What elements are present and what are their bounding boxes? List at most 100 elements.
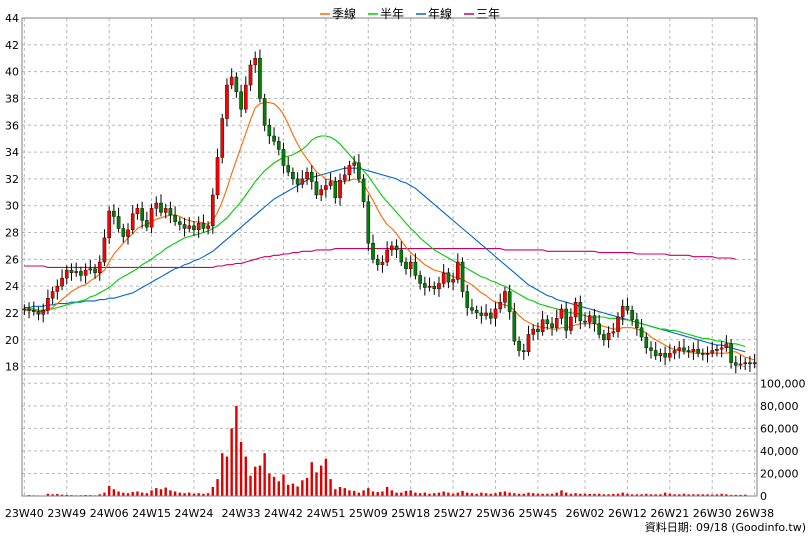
candle-body <box>211 194 215 227</box>
candle-body <box>677 347 682 351</box>
time-tick-label: 23W49 <box>47 507 86 520</box>
candle-body <box>88 268 93 271</box>
candle-body <box>729 343 733 363</box>
candle-body <box>366 201 371 244</box>
source-note: 資料日期: 09/18 (Goodinfo.tw) <box>645 520 806 534</box>
volume-bar <box>338 486 342 496</box>
volume-bar <box>395 492 398 496</box>
plot-frame <box>21 17 758 497</box>
candle-body <box>130 213 135 231</box>
candle-body <box>121 228 126 237</box>
volume-bar <box>527 492 530 496</box>
volume-bar <box>334 489 337 496</box>
candle-body <box>427 285 432 288</box>
time-axis-labels: 23W40 23W49 24W06 24W15 24W24 24W33 24W42 24W51… <box>5 507 774 520</box>
candle-body <box>663 352 667 358</box>
price-tick-label: 26 <box>5 253 19 266</box>
candle-body <box>498 302 503 310</box>
volume-tick-label: 100,000 <box>760 377 806 390</box>
candle-body <box>314 181 319 196</box>
candle-body <box>517 340 521 351</box>
candle-body <box>705 352 710 355</box>
volume-bar <box>315 472 318 496</box>
candle-body <box>31 310 36 312</box>
volume-bar <box>277 481 280 496</box>
volume-bar <box>155 488 158 496</box>
price-tick-label: 22 <box>5 307 19 320</box>
time-tick-label: 26W30 <box>693 507 732 520</box>
volume-bar <box>362 490 365 496</box>
candle-body <box>267 125 272 137</box>
volume-bar <box>371 491 375 496</box>
candle-body <box>408 261 413 269</box>
price-tick-label: 36 <box>5 119 19 132</box>
time-tick-label: 24W51 <box>306 507 345 520</box>
volume-axis-labels: 100,000 80,000 60,000 40,000 20,000 0 <box>760 377 806 503</box>
candle-body <box>74 271 78 273</box>
candle-body <box>752 362 757 365</box>
candle-body <box>479 312 484 316</box>
candle-body <box>295 178 300 185</box>
candle-body <box>441 272 446 284</box>
candle-body <box>701 352 705 355</box>
candle-body <box>564 308 568 331</box>
candle-body <box>404 261 408 269</box>
volume-bar <box>221 453 224 496</box>
volume-tick-label: 60,000 <box>760 422 799 435</box>
candle-body <box>206 225 210 229</box>
candle-body <box>719 347 724 350</box>
candle-body <box>342 174 347 181</box>
volume-bar <box>287 484 290 496</box>
candle-body <box>357 162 361 180</box>
candle-body <box>611 331 616 334</box>
candle-body <box>668 352 672 358</box>
volume-bar <box>499 492 502 496</box>
time-tick-label: 24W15 <box>132 507 171 520</box>
candle-body <box>413 261 418 276</box>
volume-bar <box>555 492 558 496</box>
candle-body <box>163 208 168 213</box>
candle-body <box>691 348 696 353</box>
volume-tick-label: 20,000 <box>760 467 799 480</box>
price-tick-label: 34 <box>5 146 19 159</box>
volume-bar <box>343 488 346 496</box>
volume-bar <box>367 488 370 496</box>
time-tick-label: 25W09 <box>349 507 388 520</box>
volume-bar <box>621 492 624 496</box>
volume-bar <box>442 491 445 496</box>
candle-body <box>192 225 196 231</box>
volume-bar <box>456 492 460 496</box>
candle-body <box>738 363 743 366</box>
volume-bar <box>150 490 153 496</box>
candle-body <box>140 208 144 221</box>
candle-body <box>215 157 220 196</box>
candle-body <box>465 291 470 308</box>
candle-body <box>300 178 305 185</box>
volume-tick-label: 0 <box>760 490 767 503</box>
candle-body <box>559 308 564 319</box>
candle-body <box>540 319 545 332</box>
volume-bar <box>258 465 262 496</box>
candle-body <box>79 271 83 276</box>
candle-body <box>385 249 389 263</box>
volume-bar <box>385 486 389 496</box>
candle-body <box>112 210 116 217</box>
volume-bar <box>268 473 271 496</box>
volume-bar <box>296 486 299 496</box>
candle-body <box>93 268 97 273</box>
candle-body <box>69 269 74 273</box>
time-tick-label: 24W24 <box>175 507 214 520</box>
legend-label: 半年 <box>380 7 404 21</box>
price-tick-label: 38 <box>5 92 19 105</box>
time-tick-label: 24W33 <box>222 507 261 520</box>
candle-body <box>229 76 234 86</box>
moving-average-lines <box>24 101 755 361</box>
volume-bar <box>447 492 450 496</box>
candle-body <box>371 243 375 260</box>
candle-body <box>573 302 578 318</box>
candle-body <box>41 310 46 315</box>
price-tick-label: 40 <box>5 66 19 79</box>
time-tick-label: 24W42 <box>264 507 303 520</box>
volume-bar <box>122 492 125 496</box>
volume-bar <box>404 490 408 496</box>
